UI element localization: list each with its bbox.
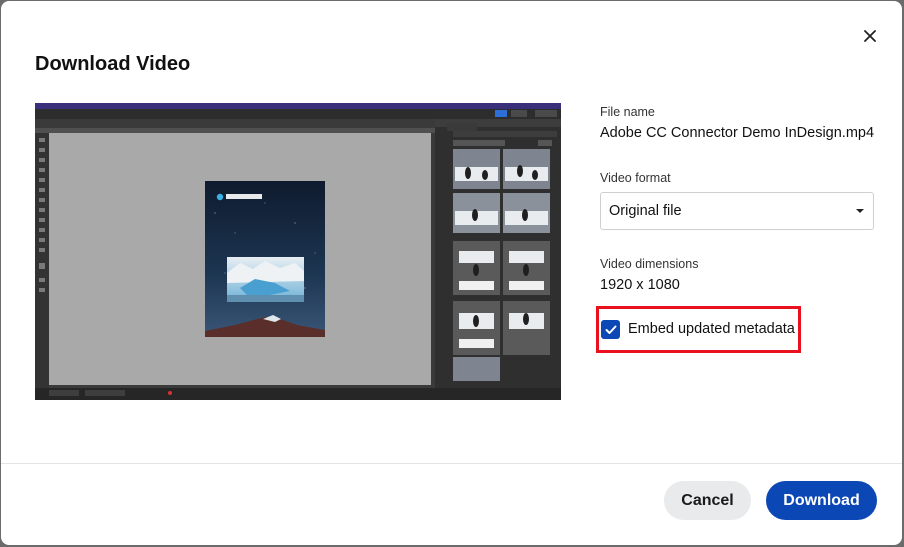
embed-metadata-label[interactable]: Embed updated metadata — [628, 321, 795, 337]
file-name-value: Adobe CC Connector Demo InDesign.mp4 — [600, 125, 875, 141]
file-name-label: File name — [600, 105, 655, 119]
close-button[interactable] — [859, 25, 881, 47]
cancel-button[interactable]: Cancel — [664, 481, 751, 520]
embed-metadata-checkbox[interactable] — [601, 320, 620, 339]
video-preview — [35, 103, 561, 400]
download-video-dialog: Download Video File name Adobe CC Connec… — [1, 1, 902, 545]
dialog-title: Download Video — [35, 53, 191, 75]
video-thumbnail — [35, 103, 561, 400]
video-format-value: Original file — [609, 203, 682, 219]
video-dimensions-value: 1920 x 1080 — [600, 277, 680, 293]
footer-divider — [1, 463, 902, 464]
video-format-label: Video format — [600, 171, 671, 185]
caret-down-icon — [856, 209, 864, 213]
close-icon — [864, 30, 876, 42]
video-format-select[interactable]: Original file — [600, 192, 874, 230]
video-dimensions-label: Video dimensions — [600, 257, 699, 271]
download-button[interactable]: Download — [766, 481, 877, 520]
checkmark-icon — [605, 325, 616, 334]
